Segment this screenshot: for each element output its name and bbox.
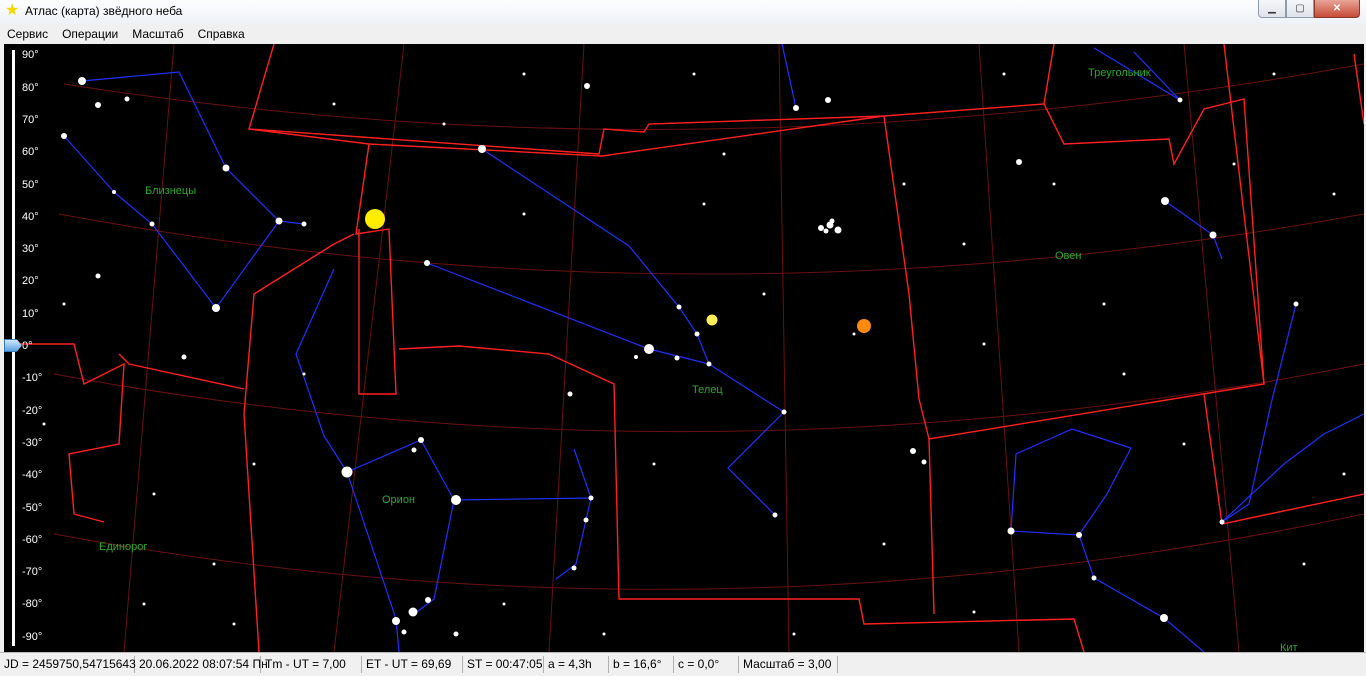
scale-label: -70° <box>22 566 43 578</box>
status-bar: JD = 2459750,54715643 20.06.2022 08:07:5… <box>0 652 1366 676</box>
sun-marker[interactable] <box>365 209 385 229</box>
stars <box>42 72 1346 637</box>
scale-label: -60° <box>22 534 43 546</box>
status-sidereal-time: ST = 00:47:05 <box>463 656 544 673</box>
planet-marker-orange[interactable] <box>857 319 871 333</box>
close-button[interactable]: ✕ <box>1314 0 1360 18</box>
scale-label: 10° <box>22 308 39 320</box>
title-bar[interactable]: ★ Атлас (карта) звёдного неба ▁ ▢ ✕ <box>0 0 1366 25</box>
status-jd: JD = 2459750,54715643 <box>0 656 136 673</box>
scale-label: -90° <box>22 631 43 643</box>
status-c: c = 0,0° <box>674 656 739 673</box>
star-map[interactable]: 90° 80° 70° 60° 50° 40° 30° 20° 10° 0° -… <box>4 44 1364 652</box>
status-et-ut: ET - UT = 69,69 <box>362 656 463 673</box>
scale-label: 90° <box>22 49 39 61</box>
menu-bar: Сервис Операции Масштаб Справка <box>0 24 1366 44</box>
menu-operations[interactable]: Операции <box>55 24 125 44</box>
scale-label: -80° <box>22 598 43 610</box>
scale-label: 60° <box>22 146 39 158</box>
coordinate-grid <box>53 44 1364 652</box>
maximize-button[interactable]: ▢ <box>1286 0 1314 18</box>
constellation-lines <box>63 44 1364 652</box>
status-a: a = 4,3h <box>544 656 609 673</box>
menu-service[interactable]: Сервис <box>0 24 55 44</box>
scale-label: 70° <box>22 114 39 126</box>
scale-label: -50° <box>22 502 43 514</box>
status-scale: Масштаб = 3,00 <box>739 656 838 673</box>
constellation-label-orion: Орион <box>382 494 416 506</box>
constellation-label-cetus: Кит <box>1280 642 1298 652</box>
scale-label: 20° <box>22 275 39 287</box>
status-tm-ut: Tm - UT = 7,00 <box>261 656 362 673</box>
scale-label: 50° <box>22 179 39 191</box>
status-datetime: 20.06.2022 08:07:54 Пн <box>135 656 268 673</box>
star-map-canvas[interactable] <box>4 44 1364 652</box>
star-icon: ★ <box>5 2 20 19</box>
constellation-label-gemini: Близнецы <box>145 185 197 197</box>
scale-label: 80° <box>22 82 39 94</box>
minimize-button[interactable]: ▁ <box>1258 0 1286 18</box>
status-b: b = 16,6° <box>609 656 674 673</box>
scale-label: 30° <box>22 243 39 255</box>
constellation-label-triangulum: Треугольник <box>1088 67 1151 79</box>
planet-marker-yellow[interactable] <box>706 314 718 326</box>
scale-label: 40° <box>22 211 39 223</box>
scale-label: -40° <box>22 469 43 481</box>
constellation-label-aries: Овен <box>1055 250 1082 262</box>
scale-label: -20° <box>22 405 43 417</box>
constellation-boundaries <box>4 44 1364 652</box>
constellation-label-taurus: Телец <box>692 384 723 396</box>
scale-label: -10° <box>22 372 43 384</box>
constellation-label-monoceros: Единорог <box>99 541 148 553</box>
menu-help[interactable]: Справка <box>191 24 252 44</box>
scale-label: -30° <box>22 437 43 449</box>
window-title: Атлас (карта) звёдного неба <box>25 4 183 18</box>
scale-label: 0° <box>22 340 33 352</box>
menu-scale[interactable]: Масштаб <box>125 24 190 44</box>
